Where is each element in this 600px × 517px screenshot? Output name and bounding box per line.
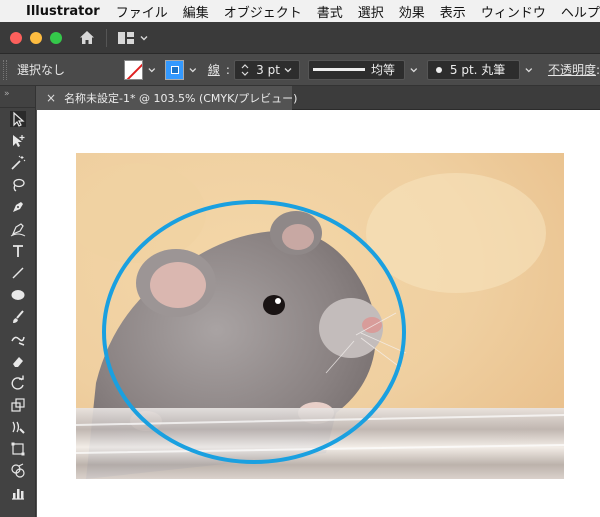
- curvature-tool-icon: [10, 223, 26, 237]
- shape-builder-tool[interactable]: [0, 460, 36, 482]
- close-window-button[interactable]: [10, 31, 22, 44]
- tools-panel: »: [0, 86, 36, 517]
- chevron-down-icon[interactable]: [139, 33, 149, 43]
- type-tool-icon: [13, 245, 23, 257]
- pen-tool[interactable]: [0, 196, 36, 218]
- profile-label: 均等: [370, 63, 395, 77]
- magic-wand-tool[interactable]: [0, 152, 36, 174]
- menu-help[interactable]: ヘルプ: [561, 2, 600, 21]
- close-tab-button[interactable]: ×: [46, 91, 56, 105]
- eraser-tool-icon: [13, 357, 23, 367]
- graph-tool[interactable]: [0, 482, 36, 504]
- workspace-switcher-icon[interactable]: [117, 31, 135, 45]
- document-tab-bar: × 名称未設定-1* @ 103.5% (CMYK/プレビュー): [36, 86, 600, 110]
- stroke-swatch-inner: [170, 65, 179, 74]
- line-tool[interactable]: [0, 262, 36, 284]
- line-tool-icon: [12, 267, 24, 279]
- selection-status: 選択なし: [16, 63, 65, 77]
- fill-color-swatch[interactable]: [123, 59, 144, 80]
- rotate-tool[interactable]: [0, 372, 36, 394]
- zoom-window-button[interactable]: [50, 31, 62, 44]
- menu-window[interactable]: ウィンドウ: [481, 2, 546, 21]
- shaper-tool-icon: [11, 336, 25, 346]
- scale-tool-icon: [11, 398, 25, 412]
- paintbrush-tool[interactable]: [0, 306, 36, 328]
- stroke-dropdown-icon[interactable]: [186, 63, 200, 77]
- stroke-weight-field[interactable]: 3 pt: [233, 59, 301, 80]
- home-icon[interactable]: [78, 29, 96, 47]
- stroke-label[interactable]: 線: [208, 61, 220, 78]
- brush-label: 5 pt. 丸筆: [449, 63, 506, 77]
- magic-wand-tool-icon: [11, 155, 26, 170]
- app-bar: [0, 22, 600, 54]
- document-tab[interactable]: × 名称未設定-1* @ 103.5% (CMYK/プレビュー): [36, 86, 297, 110]
- direct-selection-tool-icon: [13, 135, 25, 147]
- stepper-icon[interactable]: [239, 62, 251, 78]
- menu-view[interactable]: 表示: [440, 2, 466, 21]
- variable-width-profile[interactable]: 均等: [307, 59, 406, 80]
- ellipse-tool-icon: [11, 290, 25, 300]
- menu-type[interactable]: 書式: [317, 2, 343, 21]
- rotate-tool-icon: [11, 375, 24, 390]
- opacity-label[interactable]: 不透明度: [548, 61, 596, 78]
- menu-select[interactable]: 選択: [358, 2, 384, 21]
- free-transform-tool[interactable]: [0, 438, 36, 460]
- pen-tool-icon: [13, 202, 23, 212]
- panel-grip[interactable]: [3, 59, 7, 80]
- profile-line: [312, 68, 365, 71]
- menu-edit[interactable]: 編集: [183, 2, 209, 21]
- type-tool[interactable]: [0, 240, 36, 262]
- brush-definition[interactable]: 5 pt. 丸筆: [426, 59, 521, 80]
- scale-tool[interactable]: [0, 394, 36, 416]
- profile-dropdown-icon[interactable]: [407, 63, 421, 77]
- minimize-window-button[interactable]: [30, 31, 42, 44]
- lasso-tool[interactable]: [0, 174, 36, 196]
- selection-tool[interactable]: [0, 108, 36, 130]
- collapse-panel-button[interactable]: »: [0, 86, 35, 108]
- shaper-tool[interactable]: [0, 328, 36, 350]
- stroke-weight-dropdown-icon[interactable]: [281, 63, 295, 77]
- fill-dropdown-icon[interactable]: [145, 63, 159, 77]
- menu-bar: Illustrator ファイル 編集 オブジェクト 書式 選択 効果 表示 ウ…: [0, 0, 600, 22]
- menu-file[interactable]: ファイル: [116, 2, 168, 21]
- menu-object[interactable]: オブジェクト: [224, 2, 302, 21]
- brush-dot-icon: [435, 66, 442, 73]
- brush-dropdown-icon[interactable]: [522, 63, 536, 77]
- shape-builder-tool-icon: [11, 463, 25, 478]
- selected-ellipse-path[interactable]: [102, 200, 406, 464]
- graph-tool-icon: [12, 489, 24, 500]
- lasso-tool-icon: [13, 178, 25, 192]
- control-bar: 選択なし 線 : 3 pt 均等 5 pt. 丸筆 不透明度 :: [0, 54, 600, 86]
- menu-effect[interactable]: 効果: [399, 2, 425, 21]
- warp-tool-icon: [12, 421, 25, 434]
- stroke-weight-value: 3 pt: [256, 62, 280, 77]
- curvature-tool[interactable]: [0, 218, 36, 240]
- paintbrush-tool-icon: [13, 310, 24, 323]
- stroke-label-colon: :: [225, 62, 230, 77]
- free-transform-tool-icon: [11, 442, 25, 456]
- eraser-tool[interactable]: [0, 350, 36, 372]
- warp-tool[interactable]: [0, 416, 36, 438]
- ellipse-tool[interactable]: [0, 284, 36, 306]
- selection-tool-icon: [10, 111, 26, 127]
- stroke-color-swatch[interactable]: [164, 59, 185, 80]
- direct-selection-tool[interactable]: [0, 130, 36, 152]
- divider: [106, 28, 107, 47]
- opacity-colon: :: [595, 62, 600, 77]
- document-tab-title: 名称未設定-1* @ 103.5% (CMYK/プレビュー): [64, 92, 298, 105]
- app-name[interactable]: Illustrator: [26, 4, 100, 19]
